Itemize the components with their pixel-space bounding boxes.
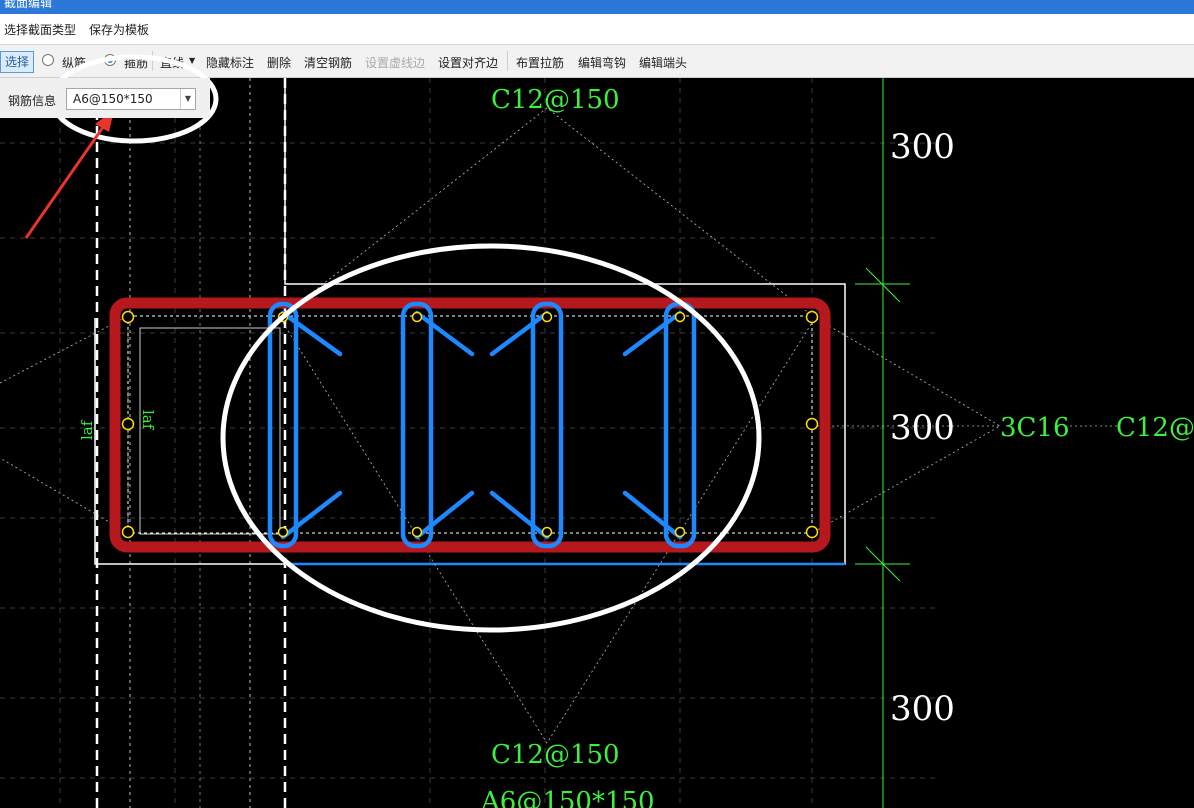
side-bars-label: 3C16 [1000, 413, 1070, 443]
tie-1 [267, 301, 299, 549]
drawing-canvas[interactable]: C12@150 C12@150 A6@150*150 3C16 C12@150 … [0, 0, 1194, 808]
tie-3 [530, 301, 564, 549]
laf-left-label: laf [78, 419, 96, 440]
laf-right-label: laf [139, 410, 157, 431]
side-spacing-label: C12@150 [1116, 413, 1194, 443]
tie-2 [400, 301, 434, 549]
dimension-label-top: 300 [890, 127, 955, 167]
stirrup-label: A6@150*150 [480, 787, 655, 808]
arrow-icon [24, 110, 114, 239]
rebar-center-frame [127, 315, 813, 534]
chevron-down-icon[interactable]: ▼ [180, 89, 195, 109]
dimension-label-mid: 300 [890, 408, 955, 448]
dimension-label-bottom: 300 [890, 689, 955, 729]
rebar-info-panel: 钢筋信息 A6@150*150 ▼ [0, 78, 210, 118]
section-outline [94, 78, 846, 566]
rebar-info-label: 钢筋信息 [8, 94, 57, 108]
top-rebar-label: C12@150 [491, 85, 620, 115]
bottom-rebar-label: C12@150 [491, 740, 620, 770]
grid-lines [0, 78, 940, 808]
rebar-dots [121, 310, 819, 539]
rebar-info-value[interactable]: A6@150*150 [73, 92, 153, 106]
rebar-info-combobox[interactable]: A6@150*150 ▼ [66, 88, 196, 110]
tie-group [267, 301, 697, 549]
